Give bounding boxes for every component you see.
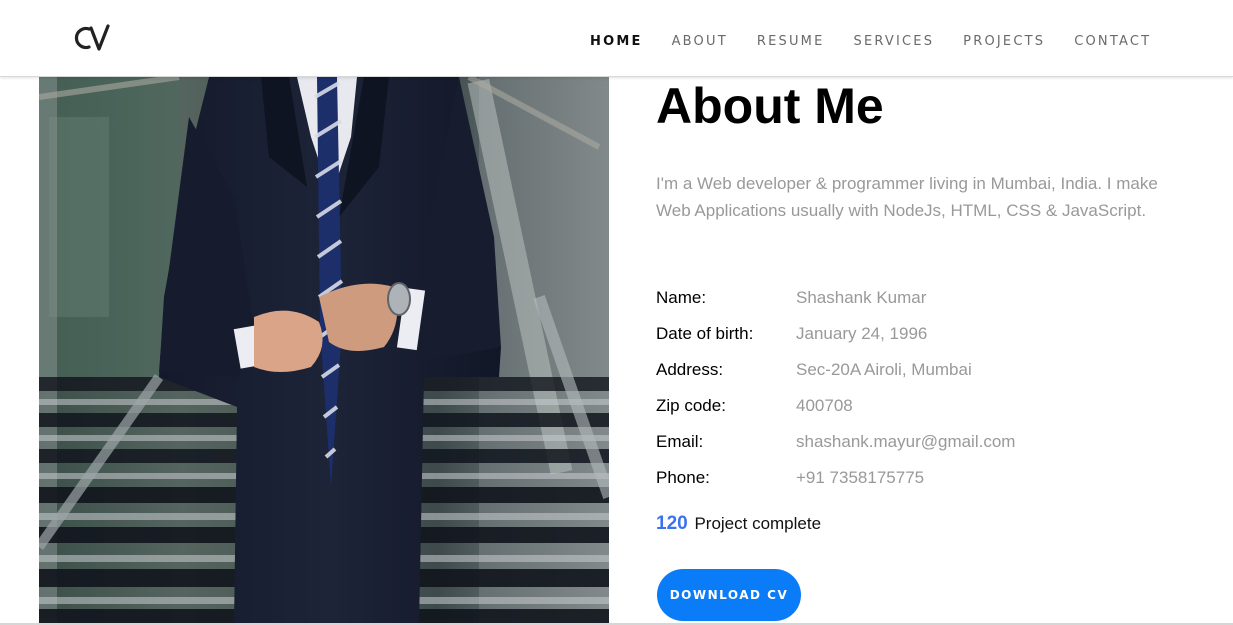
info-value: +91 7358175775 [796, 468, 925, 487]
download-cv-button[interactable]: DOWNLOAD CV [657, 569, 801, 621]
profile-photo [39, 77, 609, 625]
nav-contact[interactable]: CONTACT [1074, 34, 1151, 49]
profile-photo-illustration [39, 77, 609, 625]
info-label: Zip code: [656, 396, 726, 415]
info-value: 400708 [796, 396, 853, 415]
info-row-address: Address: Sec-20A Airoli, Mumbai [656, 352, 1196, 388]
nav-home[interactable]: HOME [590, 34, 643, 49]
cv-logo-icon[interactable] [72, 22, 112, 54]
info-label: Address: [656, 360, 724, 379]
nav-services[interactable]: SERVICES [854, 34, 935, 49]
projects-complete: 120 Project complete [656, 513, 821, 535]
info-row-name: Name: Shashank Kumar [656, 280, 1196, 316]
site-header: HOME ABOUT RESUME SERVICES PROJECTS CONT… [0, 0, 1233, 77]
nav-about[interactable]: ABOUT [672, 34, 728, 49]
info-label: Name: [656, 288, 707, 307]
info-row-email: Email: shashank.mayur@gmail.com [656, 424, 1196, 460]
info-value: Shashank Kumar [796, 288, 927, 307]
nav-resume[interactable]: RESUME [757, 34, 825, 49]
main-nav: HOME ABOUT RESUME SERVICES PROJECTS CONT… [590, 34, 1180, 49]
info-value: shashank.mayur@gmail.com [796, 432, 1016, 451]
nav-projects[interactable]: PROJECTS [963, 34, 1045, 49]
about-description: I'm a Web developer & programmer living … [656, 174, 1158, 220]
info-row-dob: Date of birth: January 24, 1996 [656, 316, 1196, 352]
projects-count: 120 [656, 513, 688, 534]
info-label: Phone: [656, 468, 710, 487]
info-row-zip: Zip code: 400708 [656, 388, 1196, 424]
personal-info-list: Name: Shashank Kumar Date of birth: Janu… [656, 280, 1196, 496]
info-label: Email: [656, 432, 704, 451]
projects-label: Project complete [694, 514, 822, 533]
info-row-phone: Phone: +91 7358175775 [656, 460, 1196, 496]
info-value: January 24, 1996 [796, 324, 928, 343]
info-value: Sec-20A Airoli, Mumbai [796, 360, 972, 379]
info-label: Date of birth: [656, 324, 754, 343]
about-title: About Me [656, 78, 884, 134]
